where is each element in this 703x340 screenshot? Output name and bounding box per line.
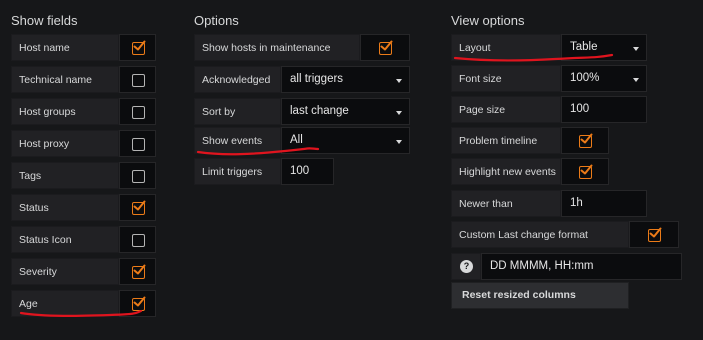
layout-value: Table [570,41,598,53]
font-size-value: 100% [570,72,600,84]
chevron-down-icon [396,79,402,83]
field-tags-toggle[interactable] [119,162,156,189]
field-host-groups-label: Host groups [11,98,119,125]
field-status-row: Status [11,194,156,221]
acknowledged-value: all triggers [290,73,344,85]
layout-select[interactable]: Table [561,34,647,61]
view-layout-row: Layout Table [451,34,647,61]
field-host-name-toggle[interactable] [119,34,156,61]
field-tags-row: Tags [11,162,156,189]
view-layout-label: Layout [451,34,561,61]
view-options-title: View options [451,13,525,28]
view-options-column: View options Layout Table Font size 100%… [451,0,691,340]
field-age-toggle[interactable] [119,290,156,317]
view-page-size-label: Page size [451,96,561,123]
option-show-maintenance-toggle[interactable] [360,34,410,61]
view-highlight-new-label: Highlight new events [451,158,561,185]
sort-by-value: last change [290,105,349,117]
option-sort-by-label: Sort by [194,98,281,125]
font-size-select[interactable]: 100% [561,65,647,92]
field-host-groups-toggle[interactable] [119,98,156,125]
checkbox-checked-icon [648,227,662,242]
checkbox-unchecked-icon [131,234,145,247]
option-show-maintenance-row: Show hosts in maintenance [194,34,410,61]
acknowledged-select[interactable]: all triggers [281,66,410,93]
view-custom-format-label: Custom Last change format [451,221,629,248]
view-format-value-row: ? DD MMMM, HH:mm [451,253,683,280]
checkbox-checked-icon [579,133,593,148]
option-sort-by-row: Sort by last change [194,98,410,125]
options-title: Options [194,13,239,28]
field-host-proxy-label: Host proxy [11,130,119,157]
option-show-events-label: Show events [194,127,281,154]
show-fields-title: Show fields [11,13,78,28]
checkbox-unchecked-icon [131,138,145,151]
view-highlight-new-row: Highlight new events [451,158,611,185]
field-status-icon-toggle[interactable] [119,226,156,253]
checkbox-unchecked-icon [131,170,145,183]
field-status-label: Status [11,194,119,221]
field-status-icon-label: Status Icon [11,226,119,253]
view-problem-timeline-row: Problem timeline [451,127,611,154]
help-icon: ? [460,260,473,273]
reset-resized-columns-button[interactable]: Reset resized columns [451,282,629,309]
view-newer-than-label: Newer than [451,190,561,217]
checkbox-checked-icon [131,264,145,279]
field-age-row: Age [11,290,156,317]
format-help[interactable]: ? [451,253,481,280]
checkbox-checked-icon [579,164,593,179]
custom-format-toggle[interactable] [629,221,679,248]
problem-timeline-toggle[interactable] [561,127,609,154]
field-technical-name-label: Technical name [11,66,119,93]
view-font-size-label: Font size [451,65,561,92]
view-newer-than-row: Newer than 1h [451,190,647,217]
view-problem-timeline-label: Problem timeline [451,127,561,154]
option-acknowledged-row: Acknowledged all triggers [194,66,410,93]
checkbox-unchecked-icon [131,74,145,87]
checkbox-checked-icon [131,200,145,215]
limit-triggers-input[interactable]: 100 [281,158,334,185]
field-host-proxy-toggle[interactable] [119,130,156,157]
field-host-groups-row: Host groups [11,98,156,125]
chevron-down-icon [633,47,639,51]
page-size-input[interactable]: 100 [561,96,647,123]
chevron-down-icon [396,111,402,115]
field-severity-row: Severity [11,258,156,285]
view-font-size-row: Font size 100% [451,65,647,92]
option-limit-triggers-row: Limit triggers 100 [194,158,334,185]
field-host-name-row: Host name [11,34,156,61]
highlight-new-toggle[interactable] [561,158,609,185]
field-status-toggle[interactable] [119,194,156,221]
field-host-name-label: Host name [11,34,119,61]
field-severity-label: Severity [11,258,119,285]
checkbox-checked-icon [131,296,145,311]
option-show-events-row: Show events All [194,127,410,154]
newer-than-input[interactable]: 1h [561,190,647,217]
field-severity-toggle[interactable] [119,258,156,285]
option-limit-triggers-label: Limit triggers [194,158,281,185]
field-technical-name-toggle[interactable] [119,66,156,93]
view-page-size-row: Page size 100 [451,96,647,123]
option-show-maintenance-label: Show hosts in maintenance [194,34,360,61]
checkbox-checked-icon [131,40,145,55]
field-tags-label: Tags [11,162,119,189]
format-value-input[interactable]: DD MMMM, HH:mm [481,253,682,280]
options-column: Options Show hosts in maintenance Acknow… [194,0,414,340]
field-host-proxy-row: Host proxy [11,130,156,157]
show-events-select[interactable]: All [281,127,410,154]
sort-by-select[interactable]: last change [281,98,410,125]
chevron-down-icon [633,78,639,82]
option-acknowledged-label: Acknowledged [194,66,281,93]
checkbox-checked-icon [379,40,393,55]
field-status-icon-row: Status Icon [11,226,156,253]
view-custom-format-row: Custom Last change format [451,221,679,248]
field-age-label: Age [11,290,119,317]
field-technical-name-row: Technical name [11,66,156,93]
checkbox-unchecked-icon [131,106,145,119]
chevron-down-icon [396,140,402,144]
show-events-value: All [290,134,303,146]
show-fields-column: Show fields Host name Technical name Hos… [11,0,161,340]
